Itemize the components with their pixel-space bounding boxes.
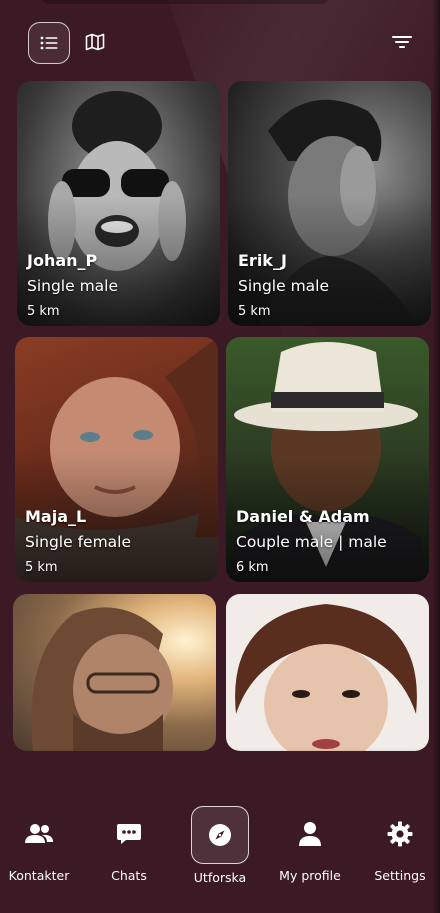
- profile-name: Maja_L: [25, 507, 87, 526]
- profile-distance: 5 km: [25, 560, 58, 575]
- settings-icon: [387, 821, 413, 847]
- nav-label: Utforska: [193, 870, 247, 885]
- profile-name: Erik_J: [238, 251, 287, 270]
- profile-card[interactable]: Daniel & Adam Couple male | male 6 km: [226, 337, 429, 582]
- profile-type: Single male: [238, 277, 330, 295]
- nav-label: Settings: [374, 868, 426, 883]
- profile-grid: Johan_P Single male 5 km Erik_J Single m…: [0, 0, 440, 760]
- profile-type: Couple male | male: [236, 533, 387, 551]
- chat-icon: [117, 824, 141, 844]
- profile-icon: [299, 822, 321, 846]
- contacts-icon: [25, 824, 53, 843]
- screen-edge-shadow: [432, 0, 440, 913]
- profile-name: Daniel & Adam: [236, 507, 370, 526]
- profile-distance: 6 km: [236, 560, 269, 575]
- nav-item-utforska[interactable]: Utforska: [180, 806, 260, 886]
- profile-photo: [13, 594, 216, 751]
- nav-label: Kontakter: [8, 868, 70, 883]
- nav-label: Chats: [111, 868, 147, 883]
- profile-type: Single female: [25, 533, 132, 551]
- bottom-navigation: Kontakter Chats Utforska My profile Sett…: [0, 796, 440, 913]
- profile-photo: [226, 594, 429, 751]
- profile-name: Johan_P: [27, 251, 98, 270]
- profile-distance: 5 km: [238, 304, 271, 319]
- profile-card[interactable]: Erik_J Single male 5 km: [228, 81, 431, 326]
- bottom-fade: [0, 748, 440, 798]
- nav-item-my-profile[interactable]: My profile: [270, 806, 350, 886]
- compass-icon: [209, 824, 231, 846]
- nav-item-kontakter[interactable]: Kontakter: [0, 806, 79, 886]
- nav-label: My profile: [279, 868, 341, 883]
- profile-card[interactable]: Maja_L Single female 5 km: [15, 337, 218, 582]
- nav-item-chats[interactable]: Chats: [89, 806, 169, 886]
- profile-card[interactable]: [13, 594, 216, 751]
- profile-card[interactable]: Johan_P Single male 5 km: [17, 81, 220, 326]
- profile-card[interactable]: [226, 594, 429, 751]
- nav-item-settings[interactable]: Settings: [360, 806, 440, 886]
- profile-distance: 5 km: [27, 304, 60, 319]
- profile-type: Single male: [27, 277, 119, 295]
